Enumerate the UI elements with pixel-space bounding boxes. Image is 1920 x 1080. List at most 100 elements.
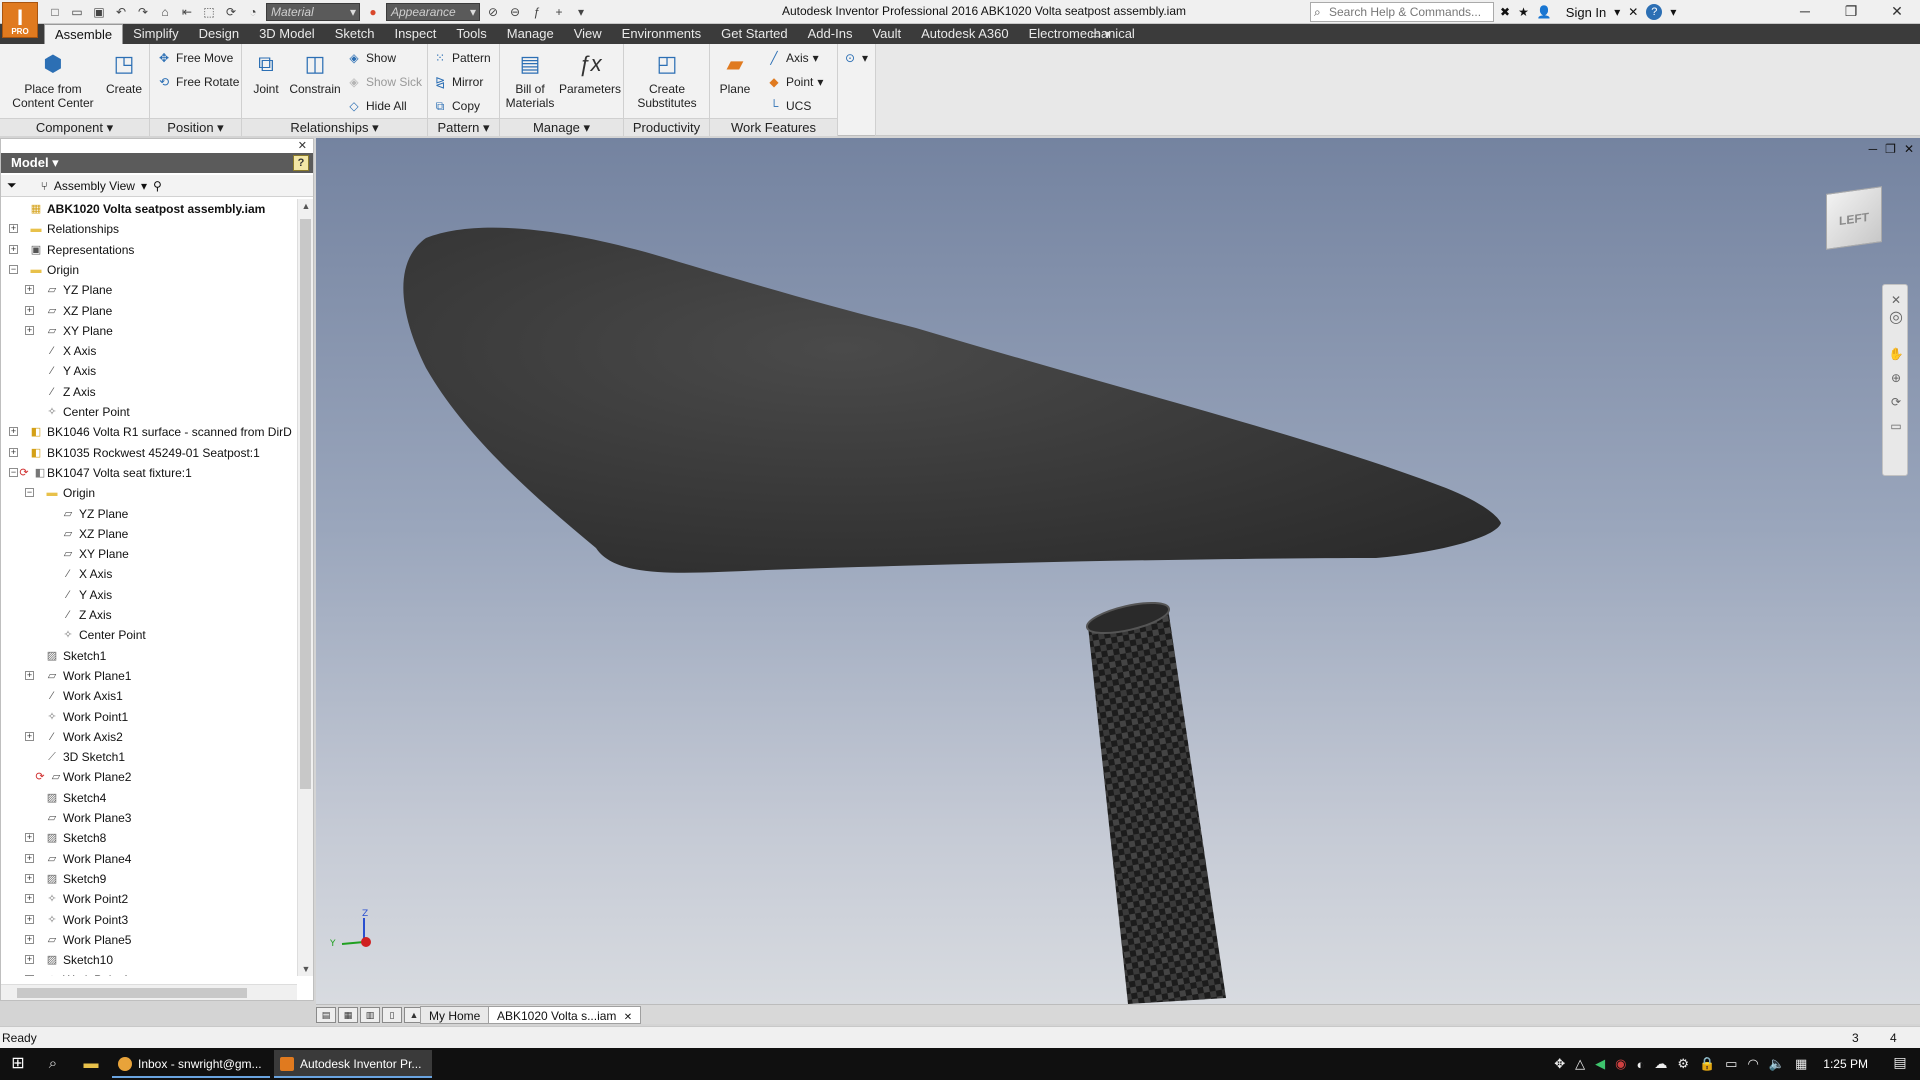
help-dropdown-icon[interactable]: ▾ — [1670, 5, 1676, 19]
expand-icon[interactable]: + — [25, 873, 34, 883]
ribbon-display-options-icon[interactable]: ▭ ▾ — [1090, 27, 1111, 41]
user-icon[interactable]: 👤 — [1537, 5, 1552, 19]
plane-button[interactable]: ▰ Plane — [714, 48, 756, 97]
panel-title-component[interactable]: Component ▾ — [0, 118, 149, 136]
viewport-restore-icon[interactable]: ❐ — [1885, 142, 1896, 156]
expand-icon[interactable]: + — [9, 447, 18, 457]
tab-add-ins[interactable]: Add-Ins — [798, 24, 863, 44]
restore-icon[interactable]: ❐ — [1828, 0, 1874, 24]
update-icon[interactable]: ⟳ — [222, 3, 240, 21]
close-icon[interactable]: ✕ — [1874, 0, 1920, 24]
show-sick-button[interactable]: ◈ Show Sick — [346, 72, 422, 92]
action-center-icon[interactable]: ▤ — [1890, 1054, 1910, 1074]
scroll-up-icon[interactable]: ▲ — [298, 201, 314, 211]
tray-app-icon[interactable]: ◐ — [1636, 1057, 1644, 1072]
tab-manage[interactable]: Manage — [497, 24, 564, 44]
constrain-button[interactable]: ◫ Constrain — [286, 48, 344, 97]
windows-start-icon[interactable]: ⊞ — [6, 1052, 30, 1076]
hide-all-button[interactable]: ◇ Hide All — [346, 96, 406, 116]
expand-icon[interactable]: + — [25, 894, 34, 904]
browser-horizontal-scrollbar[interactable] — [1, 984, 297, 1000]
copy-button[interactable]: ⧉ Copy — [432, 96, 480, 116]
browser-close-icon[interactable]: ✕ — [298, 139, 307, 152]
expand-icon[interactable]: + — [25, 325, 34, 335]
tray-battery-icon[interactable]: ▭ — [1725, 1056, 1737, 1072]
taskbar-app-chrome[interactable]: Inbox - snwright@gm... — [112, 1050, 270, 1078]
help-search-input[interactable]: ⌕ Search Help & Commands... — [1310, 2, 1494, 22]
help-icon[interactable]: ? — [1646, 4, 1663, 20]
select-icon[interactable]: ⬚ — [200, 3, 218, 21]
cascade-icon[interactable]: ▤ — [316, 1007, 336, 1023]
pan-icon[interactable]: ✋ — [1887, 345, 1905, 363]
tray-cloud-icon[interactable]: ☁ — [1654, 1056, 1667, 1072]
seatpost-tube[interactable] — [1088, 608, 1226, 1004]
expand-icon[interactable]: + — [25, 285, 34, 295]
tray-keyboard-icon[interactable]: ▦ — [1795, 1056, 1807, 1072]
doc-tab-close-icon[interactable]: ✕ — [624, 1012, 632, 1023]
taskbar-clock[interactable]: 1:25 PM — [1823, 1057, 1868, 1071]
tray-sync-icon[interactable]: ◀ — [1595, 1056, 1605, 1072]
adjust-icon[interactable]: ⊖ — [506, 3, 524, 21]
tile-icon[interactable]: ▦ — [338, 1007, 358, 1023]
appearance-select[interactable]: Appearance — [386, 3, 480, 21]
tab-assemble[interactable]: Assemble — [44, 24, 124, 44]
tray-security-icon[interactable]: ◉ — [1615, 1056, 1626, 1072]
free-move-button[interactable]: ✥ Free Move — [156, 48, 233, 68]
expand-icon[interactable]: + — [25, 833, 34, 843]
expand-icon[interactable]: + — [25, 670, 34, 680]
navbar-close-icon[interactable]: ✕ — [1887, 291, 1905, 309]
home-icon[interactable]: ⌂ — [156, 3, 174, 21]
tray-lock-icon[interactable]: 🔒 — [1699, 1056, 1715, 1072]
filter-icon[interactable]: ⏷ — [7, 178, 17, 193]
expand-icon[interactable]: + — [25, 731, 34, 741]
customize-icon[interactable]: ▾ — [572, 3, 590, 21]
clear-appearance-icon[interactable]: ⊘ — [484, 3, 502, 21]
orbit-icon[interactable]: ⟳ — [1887, 393, 1905, 411]
expand-icon[interactable]: + — [25, 305, 34, 315]
sign-in-dropdown-icon[interactable]: ▾ — [1614, 5, 1620, 19]
expand-icon[interactable]: + — [25, 853, 34, 863]
tab-get-started[interactable]: Get Started — [711, 24, 797, 44]
tab-view[interactable]: View — [564, 24, 612, 44]
create-component-button[interactable]: ◳ Create — [102, 48, 146, 97]
expand-icon[interactable]: + — [25, 914, 34, 924]
panel-title-pattern[interactable]: Pattern ▾ — [428, 118, 499, 136]
new-icon[interactable]: □ — [46, 3, 64, 21]
exchange-icon[interactable]: ✕ — [1628, 5, 1638, 19]
tray-updates-icon[interactable]: ⚙ — [1677, 1056, 1689, 1072]
return-icon[interactable]: ⇤ — [178, 3, 196, 21]
show-button[interactable]: ◈ Show — [346, 48, 396, 68]
collapse-icon[interactable]: − — [25, 488, 34, 498]
mirror-button[interactable]: ⧎ Mirror — [432, 72, 483, 92]
browser-vertical-scrollbar[interactable]: ▲ ▼ — [297, 199, 313, 976]
viewport-minimize-icon[interactable]: ─ — [1869, 142, 1878, 156]
scroll-thumb[interactable] — [300, 219, 311, 789]
place-from-content-center-button[interactable]: ⬢ Place from Content Center — [6, 48, 100, 111]
expand-icon[interactable]: + — [9, 427, 18, 437]
fx-icon[interactable]: ƒ — [528, 3, 546, 21]
ribbon-more-button[interactable]: ⊙ ▾ — [842, 48, 868, 68]
file-explorer-icon[interactable]: ▬ — [78, 1052, 104, 1076]
open-icon[interactable]: ▭ — [68, 3, 86, 21]
expand-icon[interactable]: + — [25, 955, 34, 965]
doc-tab-assembly[interactable]: ABK1020 Volta s...iam ✕ — [488, 1006, 642, 1024]
favorites-icon[interactable]: ★ — [1518, 5, 1529, 19]
tab-electromechanical[interactable]: Electromechanical — [1019, 24, 1145, 44]
hscroll-thumb[interactable] — [17, 988, 247, 998]
sign-in-button[interactable]: Sign In — [1566, 5, 1606, 20]
tray-autodesk-icon[interactable]: △ — [1575, 1056, 1585, 1072]
tab-tools[interactable]: Tools — [446, 24, 496, 44]
parameters-button[interactable]: ƒx Parameters — [558, 48, 622, 97]
tile-vertical-icon[interactable]: ▯ — [382, 1007, 402, 1023]
steering-wheel-icon[interactable]: ◎ — [1887, 309, 1905, 327]
undo-icon[interactable]: ↶ — [112, 3, 130, 21]
taskbar-search-icon[interactable]: ⌕ — [40, 1052, 66, 1076]
tab-simplify[interactable]: Simplify — [123, 24, 189, 44]
tab-sketch[interactable]: Sketch — [325, 24, 385, 44]
tab-design[interactable]: Design — [189, 24, 249, 44]
tray-volume-icon[interactable]: 🔈 — [1769, 1056, 1785, 1072]
collapse-icon[interactable]: − — [9, 264, 18, 274]
tab-environments[interactable]: Environments — [612, 24, 711, 44]
axis-button[interactable]: ╱ Axis ▾ — [766, 48, 818, 68]
ucs-button[interactable]: └ UCS — [766, 96, 812, 116]
